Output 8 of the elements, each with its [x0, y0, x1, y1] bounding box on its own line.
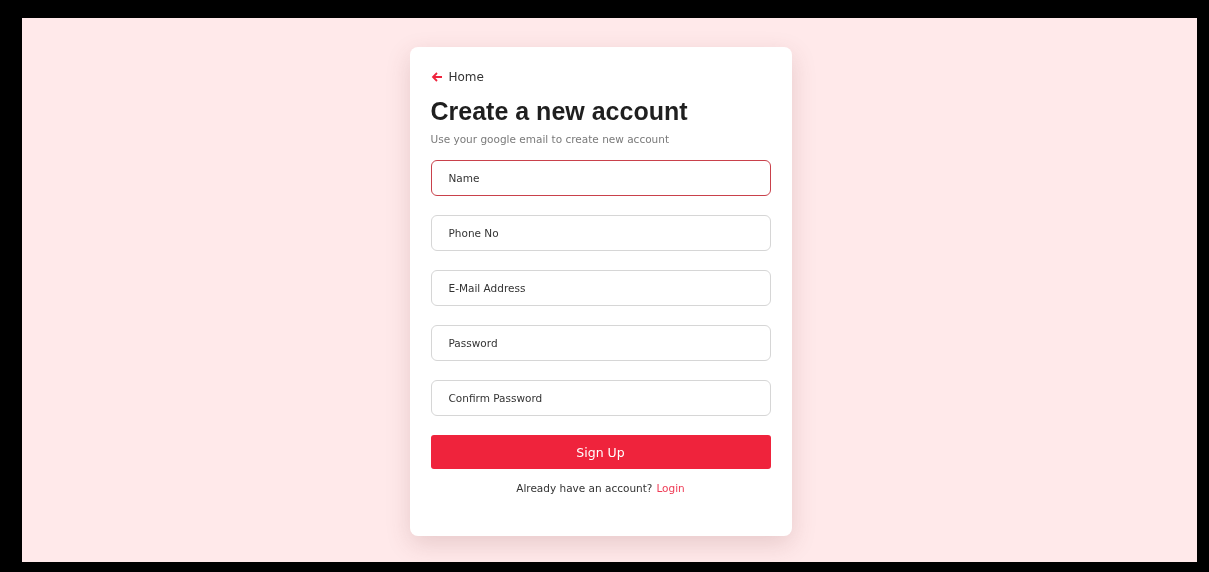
subtitle: Use your google email to create new account — [430, 132, 670, 147]
page-title: Create a new account — [430, 96, 689, 127]
home-link[interactable]: Home — [430, 69, 484, 85]
arrow-left-icon — [430, 71, 443, 83]
input-field[interactable]: Name — [430, 160, 771, 196]
login-link[interactable]: Login — [656, 482, 685, 494]
account-prompt: Already have an account? — [516, 482, 653, 494]
sign-up-button[interactable]: Sign Up — [430, 435, 771, 469]
